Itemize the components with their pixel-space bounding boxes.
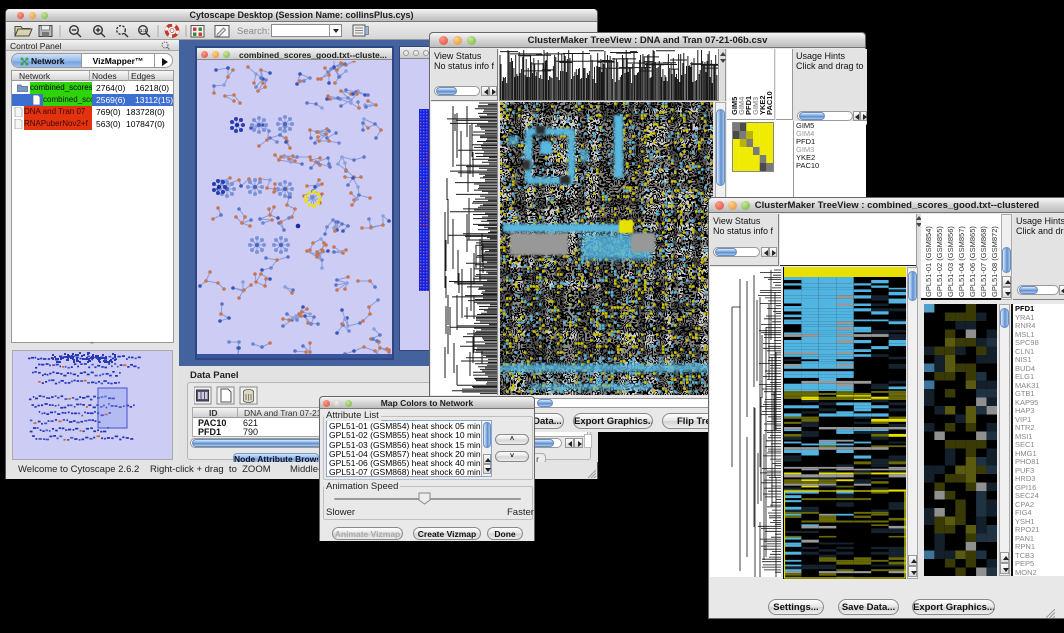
svg-text:1:1: 1:1 xyxy=(140,28,147,34)
